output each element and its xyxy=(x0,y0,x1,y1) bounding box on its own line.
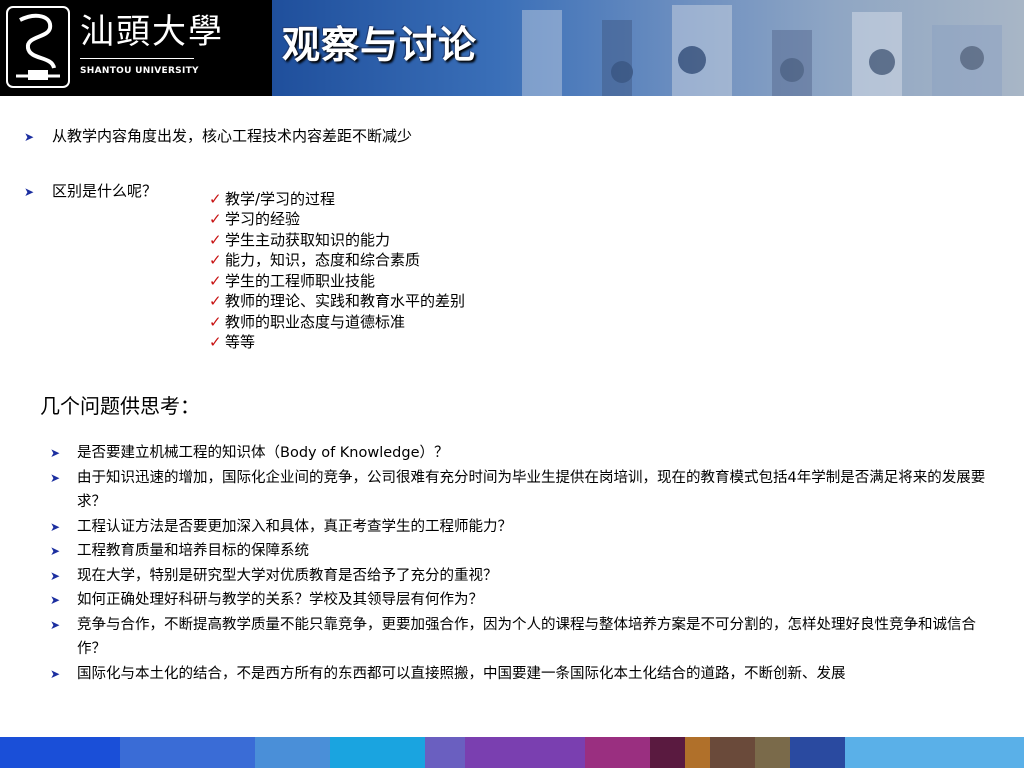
question-item: ➤ 工程教育质量和培养目标的保障系统 xyxy=(50,539,1000,563)
logo-block: 汕頭大學 SHANTOU UNIVERSITY xyxy=(0,0,272,96)
university-name-en: SHANTOU UNIVERSITY xyxy=(80,66,199,76)
arrow-bullet-icon: ➤ xyxy=(50,618,61,632)
footer-color-segment xyxy=(465,737,585,768)
checklist-text: 教师的职业态度与道德标准 xyxy=(225,313,406,331)
footer-color-segment xyxy=(120,737,255,768)
footer-color-segment xyxy=(685,737,710,768)
checkmark-icon: ✓ xyxy=(209,333,222,351)
footer-color-segment xyxy=(330,737,425,768)
bullet-text: 区别是什么呢？ xyxy=(52,182,158,200)
checklist-text: 学生主动获取知识的能力 xyxy=(225,231,391,249)
question-text: 是否要建立机械工程的知识体（Body of Knowledge）？ xyxy=(77,445,449,461)
footer-color-segment xyxy=(585,737,650,768)
question-text: 竞争与合作，不断提高教学质量不能只靠竞争，更要加强合作，因为个人的课程与整体培养… xyxy=(77,617,976,657)
question-text: 现在大学，特别是研究型大学对优质教育是否给予了充分的重视？ xyxy=(77,568,498,584)
question-item: ➤ 国际化与本土化的结合，不是西方所有的东西都可以直接照搬，中国要建一条国际化本土… xyxy=(50,662,1000,686)
checklist-text: 教学/学习的过程 xyxy=(225,190,336,208)
checklist-item: ✓ 学生的工程师职业技能 xyxy=(209,271,375,291)
question-text: 如何正确处理好科研与教学的关系？学校及其领导层有何作为？ xyxy=(77,592,483,608)
footer-color-bar xyxy=(0,737,1024,768)
question-item: ➤ 竞争与合作，不断提高教学质量不能只靠竞争，更要加强合作，因为个人的课程与整体培… xyxy=(50,613,1000,661)
footer-color-segment xyxy=(650,737,685,768)
checklist-text: 学生的工程师职业技能 xyxy=(225,272,376,290)
checkmark-icon: ✓ xyxy=(209,313,222,331)
checkmark-icon: ✓ xyxy=(209,210,222,228)
arrow-bullet-icon: ➤ xyxy=(24,185,35,199)
footer-color-segment xyxy=(755,737,790,768)
arrow-bullet-icon: ➤ xyxy=(50,593,61,607)
arrow-bullet-icon: ➤ xyxy=(50,569,61,583)
question-item: ➤ 如何正确处理好科研与教学的关系？学校及其领导层有何作为？ xyxy=(50,588,1000,612)
footer-color-segment xyxy=(255,737,330,768)
question-text: 工程教育质量和培养目标的保障系统 xyxy=(77,543,309,559)
arrow-bullet-icon: ➤ xyxy=(50,471,61,485)
header: 汕頭大學 SHANTOU UNIVERSITY 观察与讨论 xyxy=(0,0,1024,96)
footer-color-segment xyxy=(0,737,120,768)
checklist-item: ✓ 学习的经验 xyxy=(209,209,300,229)
university-name-cn: 汕頭大學 xyxy=(80,12,224,52)
logo-divider xyxy=(80,58,194,59)
question-text: 工程认证方法是否要更加深入和具体，真正考查学生的工程师能力？ xyxy=(77,519,512,535)
arrow-bullet-icon: ➤ xyxy=(50,446,61,460)
checklist-text: 能力，知识，态度和综合素质 xyxy=(225,251,421,269)
checkmark-icon: ✓ xyxy=(209,190,222,208)
checkmark-icon: ✓ xyxy=(209,231,222,249)
footer-color-segment xyxy=(425,737,465,768)
footer-color-segment xyxy=(710,737,755,768)
question-text: 由于知识迅速的增加，国际化企业间的竞争，公司很难有充分时间为毕业生提供在岗培训，… xyxy=(77,470,986,510)
checklist-text: 学习的经验 xyxy=(225,210,301,228)
checklist-item: ✓ 学生主动获取知识的能力 xyxy=(209,230,390,250)
checkmark-icon: ✓ xyxy=(209,292,222,310)
arrow-bullet-icon: ➤ xyxy=(50,544,61,558)
question-text: 国际化与本土化的结合，不是西方所有的东西都可以直接照搬，中国要建一条国际化本土化… xyxy=(77,666,846,682)
bullet-text: 从教学内容角度出发，核心工程技术内容差距不断减少 xyxy=(52,127,413,145)
question-item: ➤ 由于知识迅速的增加，国际化企业间的竞争，公司很难有充分时间为毕业生提供在岗培训… xyxy=(50,466,1000,514)
checklist-item: ✓ 等等 xyxy=(209,332,255,352)
arrow-bullet-icon: ➤ xyxy=(24,130,35,144)
question-item: ➤ 工程认证方法是否要更加深入和具体，真正考查学生的工程师能力？ xyxy=(50,515,1000,539)
checklist-item: ✓ 教学/学习的过程 xyxy=(209,189,335,209)
checklist-text: 教师的理论、实践和教育水平的差别 xyxy=(225,292,466,310)
checklist-item: ✓ 教师的理论、实践和教育水平的差别 xyxy=(209,291,465,311)
checklist-text: 等等 xyxy=(225,333,256,351)
bullet-item: ➤ 从教学内容角度出发，核心工程技术内容差距不断减少 xyxy=(24,126,412,147)
checklist-item: ✓ 能力，知识，态度和综合素质 xyxy=(209,250,420,270)
checklist-item: ✓ 教师的职业态度与道德标准 xyxy=(209,312,405,332)
questions-heading: 几个问题供思考： xyxy=(40,394,200,418)
question-item: ➤ 现在大学，特别是研究型大学对优质教育是否给予了充分的重视？ xyxy=(50,564,1000,588)
arrow-bullet-icon: ➤ xyxy=(50,667,61,681)
bullet-item: ➤ 区别是什么呢？ xyxy=(24,181,157,202)
slide-title: 观察与讨论 xyxy=(282,23,478,67)
checkmark-icon: ✓ xyxy=(209,272,222,290)
footer-color-segment xyxy=(790,737,845,768)
question-item: ➤ 是否要建立机械工程的知识体（Body of Knowledge）？ xyxy=(50,441,1000,465)
university-emblem-icon xyxy=(6,6,70,88)
footer-color-segment xyxy=(845,737,1024,768)
checkmark-icon: ✓ xyxy=(209,251,222,269)
arrow-bullet-icon: ➤ xyxy=(50,520,61,534)
